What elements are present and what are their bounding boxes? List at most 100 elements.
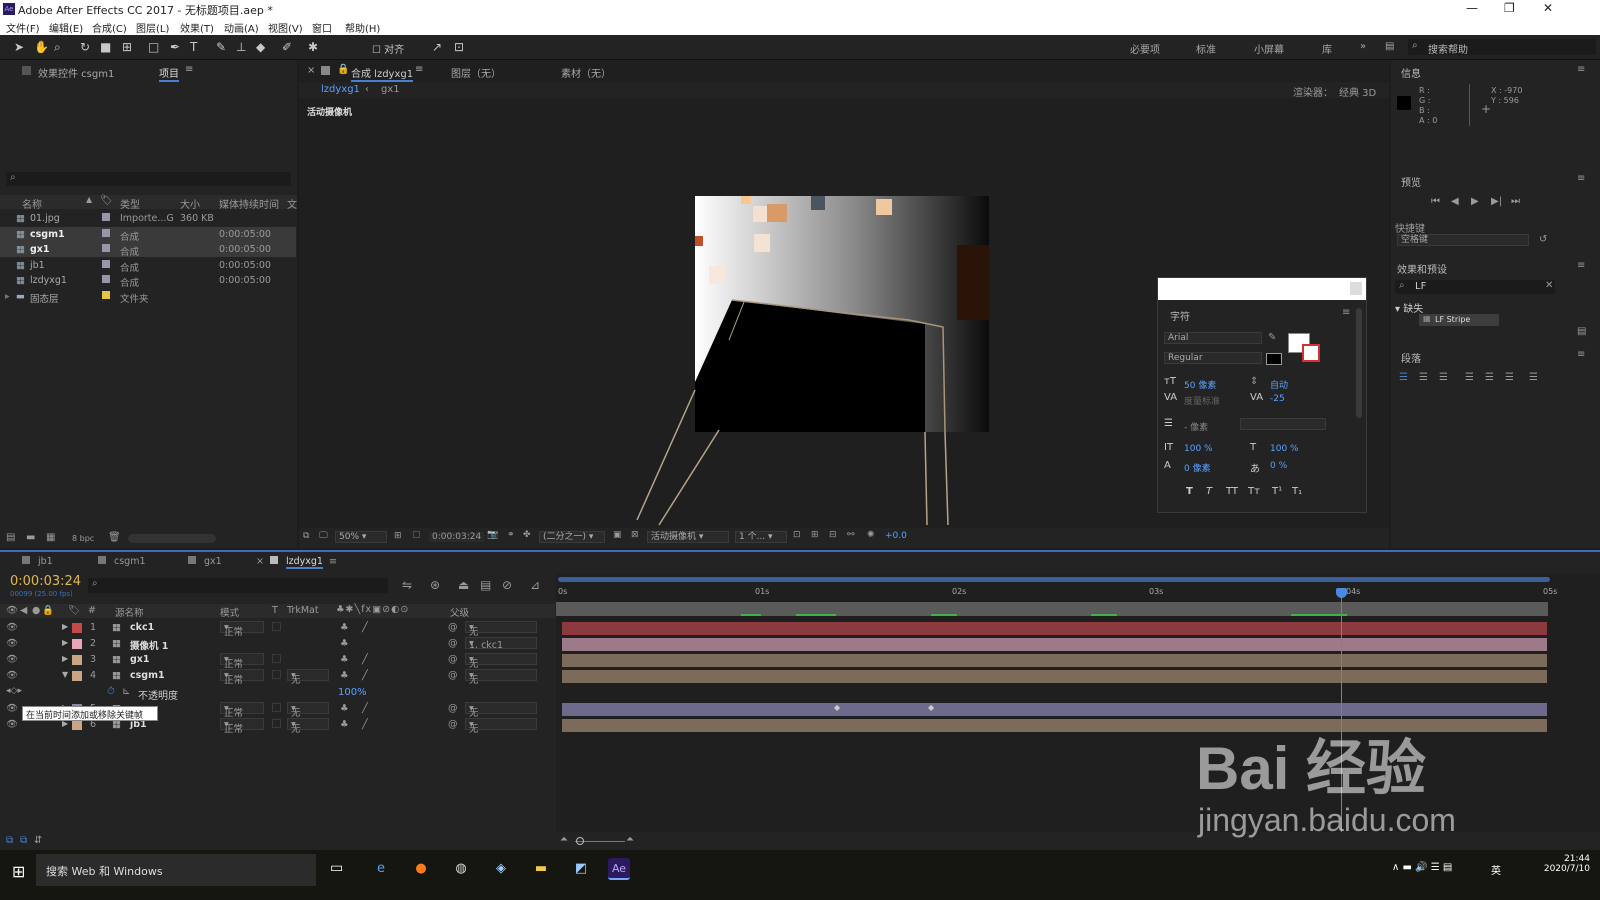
graph-editor-icon[interactable]: ⊿ xyxy=(530,578,540,592)
faux-bold-button[interactable]: T xyxy=(1186,486,1193,497)
close-icon[interactable]: ✕ xyxy=(1543,1,1553,15)
font-size-value[interactable]: 50 像素 xyxy=(1184,378,1216,391)
transparency-grid-icon[interactable]: ⊠ xyxy=(631,530,639,540)
faux-italic-button[interactable]: T xyxy=(1206,486,1212,497)
type-tool-icon[interactable]: T xyxy=(190,40,197,54)
project-item[interactable]: ▦ gx1 合成 0:00:05:00 xyxy=(0,242,296,258)
category-missing[interactable]: ▾ 缺失 xyxy=(1395,300,1423,315)
monitor-icon[interactable]: 🖵 xyxy=(319,531,328,541)
workspace-small-screen[interactable]: 小屏幕 xyxy=(1254,41,1284,56)
character-scrollbar[interactable] xyxy=(1356,308,1362,418)
justify-left-icon[interactable]: ☰ xyxy=(1465,372,1474,383)
align-right-icon[interactable]: ☰ xyxy=(1439,372,1448,383)
playhead-handle[interactable] xyxy=(1336,588,1347,598)
tab-project[interactable]: 项目 xyxy=(159,65,179,82)
layer-label-swatch[interactable] xyxy=(72,655,82,665)
timeline-tab-jb1[interactable]: jb1 xyxy=(22,556,53,567)
label-color-swatch[interactable] xyxy=(102,244,110,253)
close-tab-icon[interactable]: × xyxy=(307,65,315,76)
snap-option-icon[interactable]: ↗ xyxy=(432,40,442,54)
superscript-button[interactable]: T¹ xyxy=(1272,486,1282,497)
fast-preview-icon[interactable]: ⊞ xyxy=(811,530,819,540)
twirl-arrow-icon[interactable]: ▶ xyxy=(62,654,68,663)
baseline-shift-value[interactable]: 0 像素 xyxy=(1184,461,1211,474)
timeline-tab-lzdyxg1[interactable]: × lzdyxg1 ≡ xyxy=(256,556,337,569)
timeline-search-input[interactable]: ⌕ xyxy=(88,578,388,593)
project-item[interactable]: ▦ 01.jpg Importe...G 360 KB xyxy=(0,211,296,226)
timeline-timecode[interactable]: 0:00:03:24 xyxy=(10,574,81,589)
menu-window[interactable]: 窗口 xyxy=(312,20,332,35)
taskbar-clock[interactable]: 21:44 2020/7/10 xyxy=(1544,854,1590,874)
workspace-library[interactable]: 库 xyxy=(1322,41,1332,56)
menu-help[interactable]: 帮助(H) xyxy=(345,20,380,35)
snap-feature-icon[interactable]: ⊡ xyxy=(454,40,464,54)
after-effects-icon[interactable]: Ae xyxy=(608,858,630,880)
selection-tool-icon[interactable]: ➤ xyxy=(14,40,24,54)
kerning-value[interactable]: 度量标准 xyxy=(1184,394,1220,407)
blend-mode-dropdown[interactable]: 正常 ▾ xyxy=(220,669,264,686)
ime-indicator[interactable]: 英 xyxy=(1491,862,1501,877)
opacity-value[interactable]: 100% xyxy=(338,687,367,698)
tsume-value[interactable]: 0 % xyxy=(1270,461,1287,471)
breadcrumb-lzdyxg1[interactable]: lzdyxg1 xyxy=(321,84,360,95)
layer-label-swatch[interactable] xyxy=(72,639,82,649)
preserve-transparency-checkbox[interactable] xyxy=(272,654,281,663)
quality-switch-icon[interactable]: ╱ xyxy=(362,622,368,633)
zoom-out-icon[interactable]: ⏶ xyxy=(560,834,568,845)
tab-composition[interactable]: 合成 lzdyxg1 xyxy=(351,65,414,82)
layer-duration-bar[interactable] xyxy=(562,703,1547,716)
black-white-swatch[interactable] xyxy=(1266,353,1282,365)
font-family-dropdown[interactable]: Arial xyxy=(1164,332,1262,344)
tab-layer[interactable]: 图层（无） xyxy=(451,65,501,80)
align-center-icon[interactable]: ☰ xyxy=(1419,372,1428,383)
eyedropper-icon[interactable]: ✎ xyxy=(1268,332,1276,343)
zoom-in-icon[interactable]: ⏶ xyxy=(626,834,634,845)
small-caps-button[interactable]: Tт xyxy=(1248,486,1260,497)
column-name[interactable]: 名称 xyxy=(22,196,42,211)
font-style-dropdown[interactable]: Regular xyxy=(1164,352,1262,364)
reset-exposure-icon[interactable]: ✺ xyxy=(867,530,875,540)
rotate-tool-icon[interactable]: ↻ xyxy=(80,40,90,54)
align-left-icon[interactable]: ☰ xyxy=(1399,372,1408,383)
app-icon[interactable]: ◍ xyxy=(450,858,472,880)
shy-switch-icon[interactable]: ♣ xyxy=(340,638,349,649)
justify-center-icon[interactable]: ☰ xyxy=(1485,372,1494,383)
frame-blending-icon[interactable]: ▤ xyxy=(480,578,491,592)
timeline-tab-csgm1[interactable]: csgm1 xyxy=(98,556,146,567)
twirl-arrow-icon[interactable]: ▶ xyxy=(62,622,68,631)
column-source-name[interactable]: 源名称 xyxy=(115,605,144,619)
blend-mode-dropdown[interactable]: 正常 ▾ xyxy=(220,718,264,735)
tab-effect-controls[interactable]: 效果控件 csgm1 xyxy=(38,65,114,80)
shy-switch-icon[interactable]: ♣ xyxy=(340,654,349,665)
exposure-value[interactable]: +0.0 xyxy=(885,531,907,541)
tab-footage[interactable]: 素材（无） xyxy=(561,65,611,80)
timeline-tab-gx1[interactable]: gx1 xyxy=(188,556,222,567)
parent-dropdown[interactable]: 无 ▾ xyxy=(465,702,537,719)
maximize-icon[interactable]: ❐ xyxy=(1504,1,1515,15)
twirl-arrow-icon[interactable]: ▼ xyxy=(62,670,68,679)
motion-blur-icon[interactable]: ⊘ xyxy=(502,578,512,592)
app-icon[interactable]: ◈ xyxy=(490,858,512,880)
stroke-width-value[interactable]: - 像素 xyxy=(1184,420,1208,433)
floating-close-icon[interactable] xyxy=(1350,282,1362,295)
interpret-footage-icon[interactable]: ▤ xyxy=(6,532,15,543)
panel-menu-icon[interactable]: ≡ xyxy=(329,556,337,567)
toggle-pixel-aspect-icon[interactable]: ⊡ xyxy=(793,530,801,540)
more-workspaces-icon[interactable]: » xyxy=(1360,41,1366,52)
layer-row[interactable]: 👁 ▶ 1 ▦ ckc1 ♣ 正常 ▾ ╱ @ 无 ▾ xyxy=(0,620,555,638)
menu-effect[interactable]: 效果(T) xyxy=(180,20,214,35)
blend-mode-dropdown[interactable]: 正常 ▾ xyxy=(220,621,264,638)
preserve-transparency-checkbox[interactable] xyxy=(272,670,281,679)
zoom-tool-icon[interactable]: ⌕ xyxy=(54,40,61,55)
tray-icons[interactable]: ∧ ▬ 🔊 ☰ ▤ xyxy=(1392,862,1452,873)
eraser-tool-icon[interactable]: ◆ xyxy=(256,40,265,54)
panel-menu-icon[interactable]: ≡ xyxy=(1577,260,1585,271)
track-matte-dropdown[interactable]: 无 ▾ xyxy=(287,718,329,735)
flowchart-icon[interactable]: ⚯ xyxy=(847,530,855,540)
eye-icon[interactable]: 👁 xyxy=(6,703,18,714)
parent-dropdown[interactable]: 无 ▾ xyxy=(465,621,537,638)
panel-menu-icon[interactable]: ≡ xyxy=(415,64,423,75)
edge-icon[interactable]: e xyxy=(370,858,392,880)
subscript-button[interactable]: T₁ xyxy=(1292,486,1302,497)
search-help-input[interactable]: ⌕ 搜索帮助 xyxy=(1408,39,1596,56)
